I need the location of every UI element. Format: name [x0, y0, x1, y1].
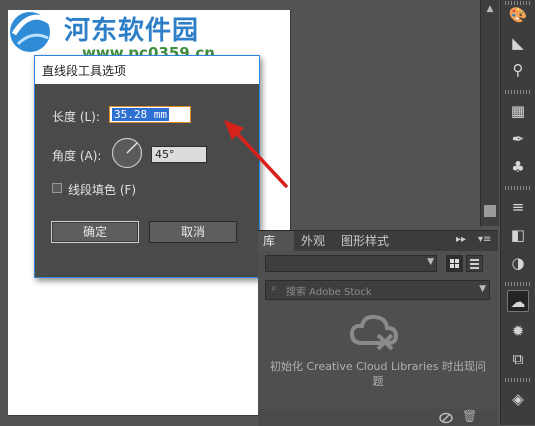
dock-grip[interactable]	[505, 90, 531, 94]
libraries-error-message: 初始化 Creative Cloud Libraries 时出现问题	[269, 360, 487, 388]
panel-expand-icon[interactable]: ▸▸	[456, 234, 466, 245]
transparency-icon[interactable]: ◑	[507, 252, 529, 274]
stroke-icon[interactable]: ≡	[507, 196, 529, 218]
creative-cloud-error-icon	[349, 314, 399, 351]
length-input[interactable]: 35.28 mm	[109, 106, 191, 123]
brush-icon[interactable]: ✒	[507, 128, 529, 150]
dock-grip[interactable]	[505, 186, 531, 190]
transform-icon[interactable]: ⧉	[507, 348, 529, 370]
tab-appearance[interactable]: 外观	[296, 231, 330, 251]
panel-menu-icon[interactable]: ▾≡	[478, 234, 491, 245]
tab-graphic-styles[interactable]: 图形样式	[336, 231, 394, 251]
swatches-grid-icon[interactable]: ▦	[507, 100, 529, 122]
tab-libraries[interactable]: 库	[258, 231, 294, 251]
search-icon: ⌕	[271, 283, 277, 294]
panel-footer: 🗑	[258, 409, 498, 426]
libraries-panel: 库 外观 图形样式 ▸▸ ▾≡ ▼ ⌕ 搜索 Adobe Stock ▼ 初始化…	[258, 230, 498, 426]
palette-icon[interactable]: 🎨	[507, 4, 529, 26]
list-view-icon	[470, 259, 479, 269]
panel-dock-strip: 🎨 ◣ ⚲ ▦ ✒ ♣ ≡ ◧ ◑ ☁ ✹ ⧉ ◈	[500, 0, 535, 425]
scroll-up-icon[interactable]: ▲	[484, 3, 496, 15]
search-placeholder: 搜索 Adobe Stock	[286, 287, 372, 298]
libraries-icon[interactable]: ☁	[507, 290, 529, 312]
angle-input[interactable]: 45°	[151, 146, 207, 163]
cc-sync-icon[interactable]	[438, 411, 454, 424]
grid-view-button[interactable]	[446, 255, 463, 272]
scrollbar-thumb[interactable]	[484, 205, 496, 217]
length-value: 35.28 mm	[112, 108, 169, 121]
dock-grip[interactable]	[505, 282, 531, 286]
chevron-down-icon: ▼	[427, 257, 434, 267]
annotation-arrow-icon	[224, 120, 288, 188]
trash-icon[interactable]: 🗑	[462, 409, 477, 423]
angle-label: 角度 (A):	[52, 149, 102, 163]
stock-search-input[interactable]: ⌕ 搜索 Adobe Stock ▼	[265, 280, 490, 300]
panel-tabbar: 库 外观 图形样式 ▸▸ ▾≡	[258, 231, 498, 251]
dock-grip[interactable]	[505, 378, 531, 382]
appearance-icon[interactable]: ✹	[507, 320, 529, 342]
gradient-icon[interactable]: ◣	[507, 32, 529, 54]
symbols-club-icon[interactable]: ♣	[507, 156, 529, 178]
gradient-panel-icon[interactable]: ◧	[507, 224, 529, 246]
grid-view-icon	[450, 259, 459, 268]
dialog-titlebar[interactable]: 直线段工具选项	[35, 56, 259, 84]
angle-dial-icon[interactable]	[111, 137, 143, 169]
fill-line-checkbox[interactable]	[52, 183, 62, 193]
symbol-sprayer-icon[interactable]: ⚲	[507, 59, 529, 81]
list-view-button[interactable]	[466, 255, 483, 272]
chevron-down-icon[interactable]: ▼	[479, 284, 486, 294]
fill-line-label: 线段填色 (F)	[68, 183, 137, 197]
dialog-title: 直线段工具选项	[42, 64, 127, 78]
cancel-button[interactable]: 取消	[149, 221, 237, 243]
library-select[interactable]: ▼	[265, 255, 437, 272]
ok-button[interactable]: 确定	[51, 221, 139, 243]
watermark-logo-icon	[10, 12, 52, 52]
layers-icon[interactable]: ◈	[507, 388, 529, 410]
length-label: 长度 (L):	[52, 110, 100, 124]
canvas-vertical-scrollbar[interactable]: ▲	[480, 0, 499, 226]
watermark-title: 河东软件园	[64, 16, 200, 46]
